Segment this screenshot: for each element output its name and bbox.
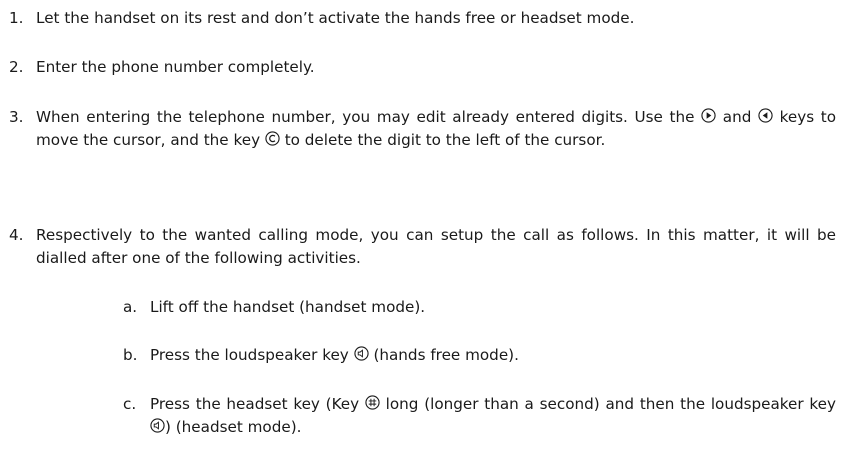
list-item-2: 2. Enter the phone number completely. — [0, 56, 836, 79]
item-text-part: and — [722, 108, 752, 126]
sub-item-text: Press the loudspeaker key (hands free mo… — [150, 344, 836, 367]
sub-item-c: c. Press the headset key (Key long (long… — [123, 393, 836, 439]
right-arrow-key-icon — [701, 108, 716, 126]
sub-item-text: Press the headset key (Key long (longer … — [150, 393, 836, 439]
item-number: 1. — [9, 9, 24, 27]
sub-item-text-part: ) (headset mode). — [165, 418, 302, 436]
sub-item-a: a. Lift off the handset (handset mode). — [123, 296, 836, 319]
item-text: Respectively to the wanted calling mode,… — [36, 226, 836, 267]
clear-key-icon — [265, 131, 280, 149]
sub-item-letter: b. — [123, 346, 138, 364]
hash-key-icon — [365, 395, 380, 413]
list-item-4: 4. Respectively to the wanted calling mo… — [0, 224, 836, 270]
item-text: Enter the phone number completely. — [36, 58, 315, 76]
item-text: When entering the telephone number, you … — [36, 106, 836, 152]
sub-item-letter: c. — [123, 395, 137, 413]
sub-item-letter: a. — [123, 298, 138, 316]
sub-item-b: b. Press the loudspeaker key (hands free… — [123, 344, 836, 367]
sub-item-text-part: long (longer than a second) and then the… — [385, 395, 836, 413]
sub-item-text: Lift off the handset (handset mode). — [150, 298, 426, 316]
left-arrow-key-icon — [758, 108, 773, 126]
list-item-3: 3. When entering the telephone number, y… — [0, 106, 836, 152]
item-text: Let the handset on its rest and don’t ac… — [36, 9, 635, 27]
item-number: 3. — [9, 108, 24, 126]
instruction-page: 1. Let the handset on its rest and don’t… — [0, 0, 865, 466]
sub-item-text-part: Press the headset key (Key — [150, 395, 360, 413]
loudspeaker-key-icon — [150, 418, 165, 436]
loudspeaker-key-icon — [354, 346, 369, 364]
sub-item-text-part: Press the loudspeaker key — [150, 346, 349, 364]
sub-item-text-part: (hands free mode). — [373, 346, 519, 364]
item-number: 2. — [9, 58, 24, 76]
item-text-part: to delete the digit to the left of the c… — [284, 131, 606, 149]
list-item-1: 1. Let the handset on its rest and don’t… — [0, 7, 836, 30]
item-number: 4. — [9, 226, 24, 244]
item-text-part: When entering the telephone number, you … — [36, 108, 695, 126]
